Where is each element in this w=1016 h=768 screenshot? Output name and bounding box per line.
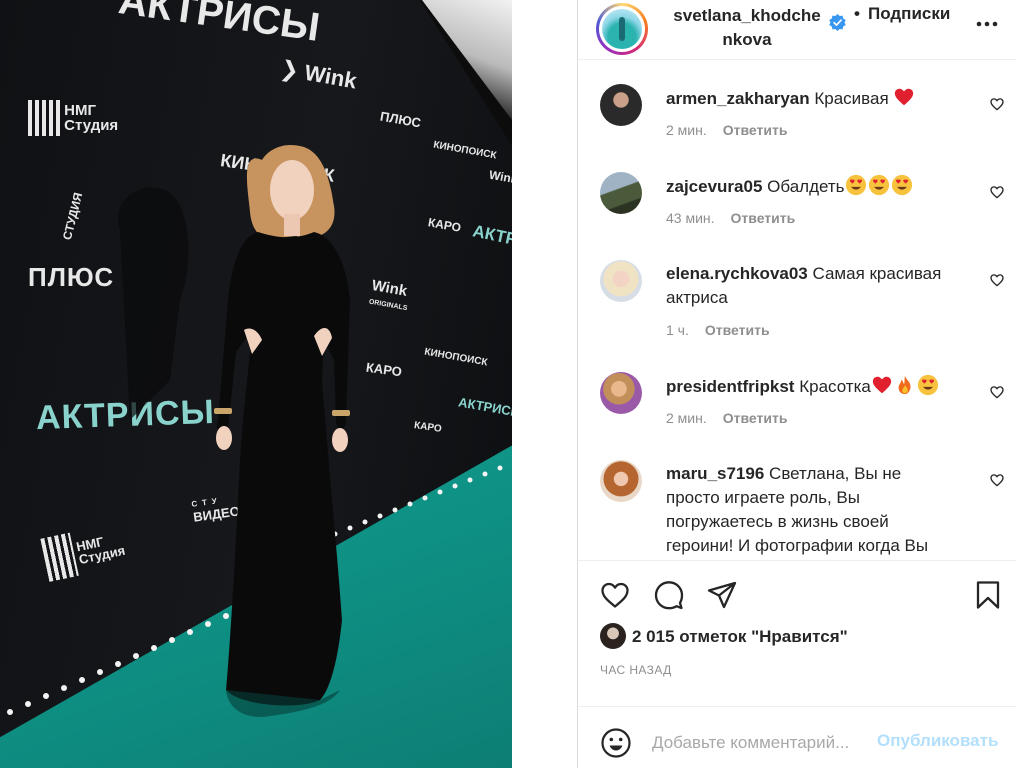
heart-eyes-emoji-icon — [868, 174, 889, 196]
likes-count[interactable]: 2 015 отметок "Нравится" — [632, 627, 848, 647]
comment-meta: 43 мин. Ответить — [666, 210, 795, 226]
heart-eyes-emoji-icon — [891, 174, 912, 196]
author-username[interactable]: svetlana_khodche nkova — [667, 4, 827, 52]
comment-age: 43 мин. — [666, 210, 715, 226]
emoji-picker-icon[interactable] — [600, 727, 632, 759]
save-bookmark-icon[interactable] — [972, 579, 1004, 611]
comment-item: zajcevura05 Обалдеть 43 мин. Ответить — [578, 172, 1016, 252]
comment-meta: 2 мин. Ответить — [666, 122, 787, 138]
comment-body: Красотка — [799, 377, 871, 396]
like-comment-icon[interactable] — [989, 272, 1005, 288]
comment-body-line2: актриса — [666, 288, 728, 307]
comment-text: zajcevura05 Обалдеть — [666, 174, 966, 199]
commenter-username[interactable]: elena.rychkova03 — [666, 264, 808, 283]
author-username-line2: nkova — [722, 30, 772, 49]
comment-text: elena.rychkova03 Самая красивая актриса — [666, 262, 966, 310]
red-heart-emoji-icon — [872, 376, 892, 394]
comment-bubble-icon[interactable] — [653, 579, 685, 611]
comment-body-line3: погружаетесь в жизнь своей — [666, 512, 889, 531]
post-photo[interactable]: АКТРИСЫ ❯ Wink НМГ Студия ПЛЮС КИНОПОИСК… — [0, 0, 512, 768]
comment-body: Светлана, Вы не — [769, 464, 902, 483]
reply-button[interactable]: Ответить — [723, 410, 788, 426]
commenter-avatar[interactable] — [600, 372, 642, 414]
comment-age: 2 мин. — [666, 410, 707, 426]
add-comment-bar: Опубликовать — [578, 706, 1016, 768]
like-comment-icon[interactable] — [989, 384, 1005, 400]
woman-in-black-gown — [118, 144, 350, 717]
like-comment-icon[interactable] — [989, 96, 1005, 112]
publish-button[interactable]: Опубликовать — [877, 731, 998, 751]
comment-input[interactable] — [652, 731, 872, 755]
comment-item: maru_s7196 Светлана, Вы не просто играет… — [578, 460, 1016, 560]
post-actions: 2 015 отметок "Нравится" ЧАС НАЗАД Опубл… — [578, 560, 1016, 768]
commenter-avatar[interactable] — [600, 460, 642, 502]
post-timestamp[interactable]: ЧАС НАЗАД — [600, 663, 672, 677]
fire-emoji-icon — [898, 375, 911, 395]
avatar-ring-gap — [599, 6, 645, 52]
red-heart-emoji-icon — [895, 88, 914, 106]
comment-text: armen_zakharyan Красивая — [666, 86, 966, 111]
author-username-line1: svetlana_khodche — [673, 6, 821, 25]
comment-meta: 1 ч. Ответить — [666, 322, 770, 338]
comment-age: 2 мин. — [666, 122, 707, 138]
author-avatar-story-ring[interactable] — [596, 3, 648, 55]
header-separator: • — [854, 4, 860, 23]
more-options-icon[interactable] — [975, 16, 999, 32]
comment-body-line2: просто играете роль, Вы — [666, 488, 860, 507]
reply-button[interactable]: Ответить — [705, 322, 770, 338]
reply-button[interactable]: Ответить — [731, 210, 796, 226]
post-sidebar: svetlana_khodche nkova • Подписки armen_… — [577, 0, 1016, 768]
following-button[interactable]: Подписки — [868, 4, 950, 24]
comment-item: presidentfripkst Красотка 2 мин. Ответить — [578, 372, 1016, 452]
comment-age: 1 ч. — [666, 322, 689, 338]
commenter-avatar[interactable] — [600, 84, 642, 126]
commenter-username[interactable]: zajcevura05 — [666, 177, 762, 196]
commenter-username[interactable]: maru_s7196 — [666, 464, 764, 483]
reply-button[interactable]: Ответить — [723, 122, 788, 138]
comment-meta: 2 мин. Ответить — [666, 410, 787, 426]
author-avatar — [602, 9, 642, 49]
comment-text: maru_s7196 Светлана, Вы не просто играет… — [666, 462, 966, 558]
like-comment-icon[interactable] — [989, 472, 1005, 488]
comment-text: presidentfripkst Красотка — [666, 374, 966, 399]
comment-body-line4: героини! И фотографии когда Вы — [666, 536, 929, 555]
comment-body: Самая красивая — [812, 264, 942, 283]
comment-item: armen_zakharyan Красивая 2 мин. Ответить — [578, 84, 1016, 164]
share-send-icon[interactable] — [706, 579, 738, 611]
heart-eyes-emoji-icon — [917, 374, 938, 396]
commenter-username[interactable]: presidentfripkst — [666, 377, 794, 396]
commenter-avatar[interactable] — [600, 172, 642, 214]
liker-avatar — [600, 623, 626, 649]
post-header: svetlana_khodche nkova • Подписки — [578, 0, 1016, 60]
commenter-avatar[interactable] — [600, 260, 642, 302]
like-comment-icon[interactable] — [989, 184, 1005, 200]
like-heart-icon[interactable] — [599, 579, 631, 611]
heart-eyes-emoji-icon — [845, 174, 866, 196]
post-media-area: АКТРИСЫ ❯ Wink НМГ Студия ПЛЮС КИНОПОИСК… — [0, 0, 576, 768]
comment-body: Обалдеть — [767, 177, 845, 196]
verified-badge-icon — [829, 14, 846, 31]
comment-body: Красивая — [814, 89, 889, 108]
comment-item: elena.rychkova03 Самая красивая актриса … — [578, 260, 1016, 360]
commenter-username[interactable]: armen_zakharyan — [666, 89, 810, 108]
comments-list[interactable]: armen_zakharyan Красивая 2 мин. Ответить … — [578, 60, 1016, 560]
